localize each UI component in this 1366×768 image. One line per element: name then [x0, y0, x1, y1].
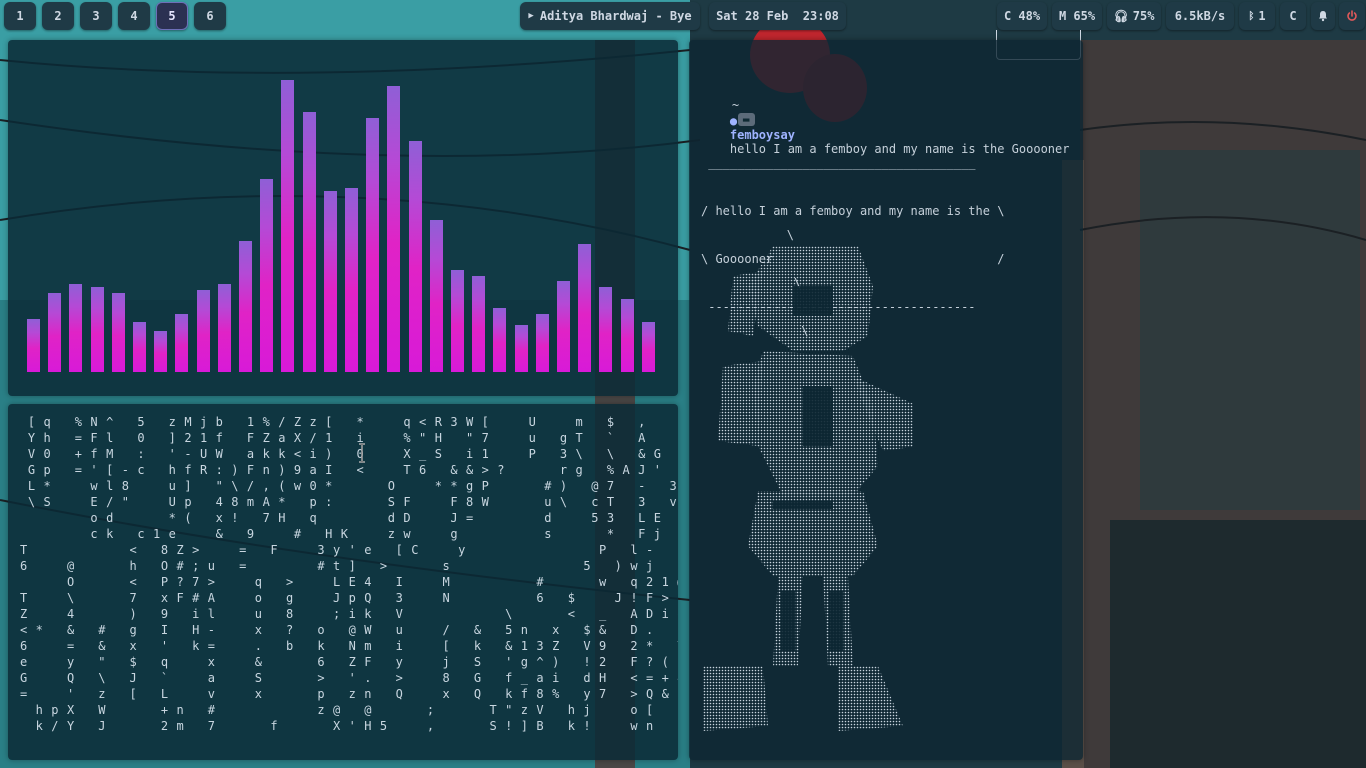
workspace-2-button[interactable]: 2 [42, 2, 74, 30]
bell-icon [1319, 11, 1327, 22]
visualizer-bar [451, 270, 464, 372]
visualizer-bar [535, 314, 549, 372]
matrix-rain-window[interactable]: [ q % N ^ 5 z M j b 1 % / Z z [ * q < R … [8, 404, 678, 760]
terminal-window[interactable]: ~ ▬ ● femboysay hello I am a femboy and … [689, 40, 1083, 760]
power-button[interactable] [1339, 2, 1365, 30]
matrix-rain-line: V 0 + f M : ' - U W a k k < i ) 0 X _ S … [20, 447, 678, 461]
visualizer-bar [69, 284, 83, 372]
matrix-rain-line: = ' z [ L v x p z n Q x Q k f 8 % y 7 > … [20, 687, 678, 701]
visualizer-bar [196, 290, 210, 372]
cpu-text: C 48% [1003, 9, 1041, 23]
matrix-rain-line: G Q \ J ` a S > ' . > 8 G f _ a i d H < … [20, 671, 678, 685]
network-text: 6.5kB/s [1174, 9, 1226, 23]
matrix-rain-line: T < 8 Z > = F 3 y ' e [ C y P l - q [20, 543, 678, 557]
caffeine-text: C [1289, 9, 1297, 23]
visualizer-bar [620, 299, 634, 372]
matrix-rain-line: Y h = F l 0 ] 2 1 f F Z a X / 1 i % " H … [20, 431, 678, 445]
workspace-5-button[interactable]: 5 [156, 2, 188, 30]
matrix-rain-line: Z 4 ) 9 i l u 8 ; i k V \ < _ A D i g > … [20, 607, 678, 621]
play-icon: ▶ [528, 11, 534, 21]
matrix-rain-line: e y " $ q x & 6 Z F y j S ' g ^ ) ! 2 F … [20, 655, 678, 669]
matrix-rain-line: 6 @ h O # ; u = # t ] > s 5 ) w j [20, 559, 654, 573]
matrix-rain-line: 6 = & x ' k = . b k N m i [ k & 1 3 Z V … [20, 639, 678, 653]
visualizer-bar [175, 314, 189, 372]
visualizer-bar [48, 293, 62, 372]
ascii-character-art [703, 246, 913, 731]
matrix-rain-line: [ q % N ^ 5 z M j b 1 % / Z z [ * q < R … [20, 415, 678, 429]
bubble-line: _____________________________________ [701, 156, 976, 170]
visualizer-bar [578, 244, 592, 372]
matrix-rain-line: h p X W + n # z @ @ ; T " z V h j o [ b … [20, 703, 678, 717]
matrix-rain-line: < * & # g I H - x ? o @ W u / & 5 n x $ … [20, 623, 678, 637]
cpu-indicator[interactable]: C 48% [997, 2, 1047, 30]
visualizer-bar [27, 319, 40, 372]
visualizer-bar [429, 220, 443, 372]
audio-visualizer-window[interactable] [8, 40, 678, 396]
text-cursor-icon [359, 443, 365, 463]
clock[interactable]: Sat 28 Feb 23:08 [709, 2, 846, 30]
visualizer-bar [302, 112, 316, 372]
visualizer-bar [323, 191, 337, 372]
tail-line: \ [729, 228, 795, 242]
matrix-rain-line: c k c 1 e & 9 # H K z w g s * F j [20, 527, 662, 541]
workspace-3-button[interactable]: 3 [80, 2, 112, 30]
bluetooth-text: 1 [1258, 9, 1266, 23]
visualizer-bar [366, 118, 380, 372]
visualizer-bar [154, 331, 168, 372]
matrix-rain-line: o d * ( x ! 7 H q d D J = d 5 3 L E 8 [20, 511, 678, 525]
notification-button[interactable] [1311, 2, 1335, 30]
visualizer-bar [557, 281, 570, 372]
visualizer-bar [408, 141, 422, 372]
visualizer-bar [281, 80, 295, 372]
network-indicator[interactable]: 6.5kB/s [1166, 2, 1234, 30]
visualizer-bar [599, 287, 613, 372]
workspace-4-button[interactable]: 4 [118, 2, 150, 30]
memory-text: M 65% [1058, 9, 1096, 23]
visualizer-bar [641, 322, 655, 372]
bluetooth-indicator[interactable]: ᛒ 1 [1239, 2, 1275, 30]
visualizer-bar [345, 188, 358, 372]
visualizer-bar [239, 241, 252, 372]
visualizer-bar [514, 325, 528, 372]
visualizer-bar [133, 322, 146, 372]
matrix-rain-line: O < P ? 7 > q > L E 4 I M # w q 2 1 @ [20, 575, 678, 589]
visualizer-bar [217, 284, 231, 372]
workspace-6-button[interactable]: 6 [194, 2, 226, 30]
visualizer-bar [90, 287, 104, 372]
matrix-rain-line: T \ 7 x F # A o g J p Q 3 N 6 $ J ! F > … [20, 591, 678, 605]
bluetooth-icon: ᛒ [1248, 10, 1255, 22]
volume-text: 75% [1132, 9, 1155, 23]
caffeine-indicator[interactable]: C [1280, 2, 1306, 30]
visualizer-bar [387, 86, 401, 372]
matrix-rain-line: k / Y J 2 m 7 f X ' H 5 , S ! ] B k ! w … [20, 719, 678, 733]
matrix-rain-line: \ S E / " U p 4 8 m A * p : S F F 8 W u … [20, 495, 678, 509]
power-icon [1347, 10, 1357, 21]
visualizer-bar [493, 308, 507, 372]
window-title-text: Aditya Bhardwaj - Bye [539, 9, 692, 23]
visualizer-bar [472, 276, 486, 372]
visualizer-bar [260, 179, 274, 372]
visualizer-bar [111, 293, 125, 372]
headphones-icon: 🎧︎ [1113, 9, 1129, 23]
workspace-1-button[interactable]: 1 [4, 2, 36, 30]
window-title[interactable]: ▶ Aditya Bhardwaj - Bye [520, 2, 700, 30]
matrix-rain-line: L * w l 8 u ] " \ / , ( w 0 * O * * g P … [20, 479, 678, 493]
volume-indicator[interactable]: 🎧︎ 75% [1107, 2, 1161, 30]
memory-indicator[interactable]: M 65% [1052, 2, 1102, 30]
clock-text: Sat 28 Feb 23:08 [716, 9, 839, 23]
matrix-rain-line: G p = ' [ - c h f R : ) F n ) 9 a I < T … [20, 463, 678, 477]
